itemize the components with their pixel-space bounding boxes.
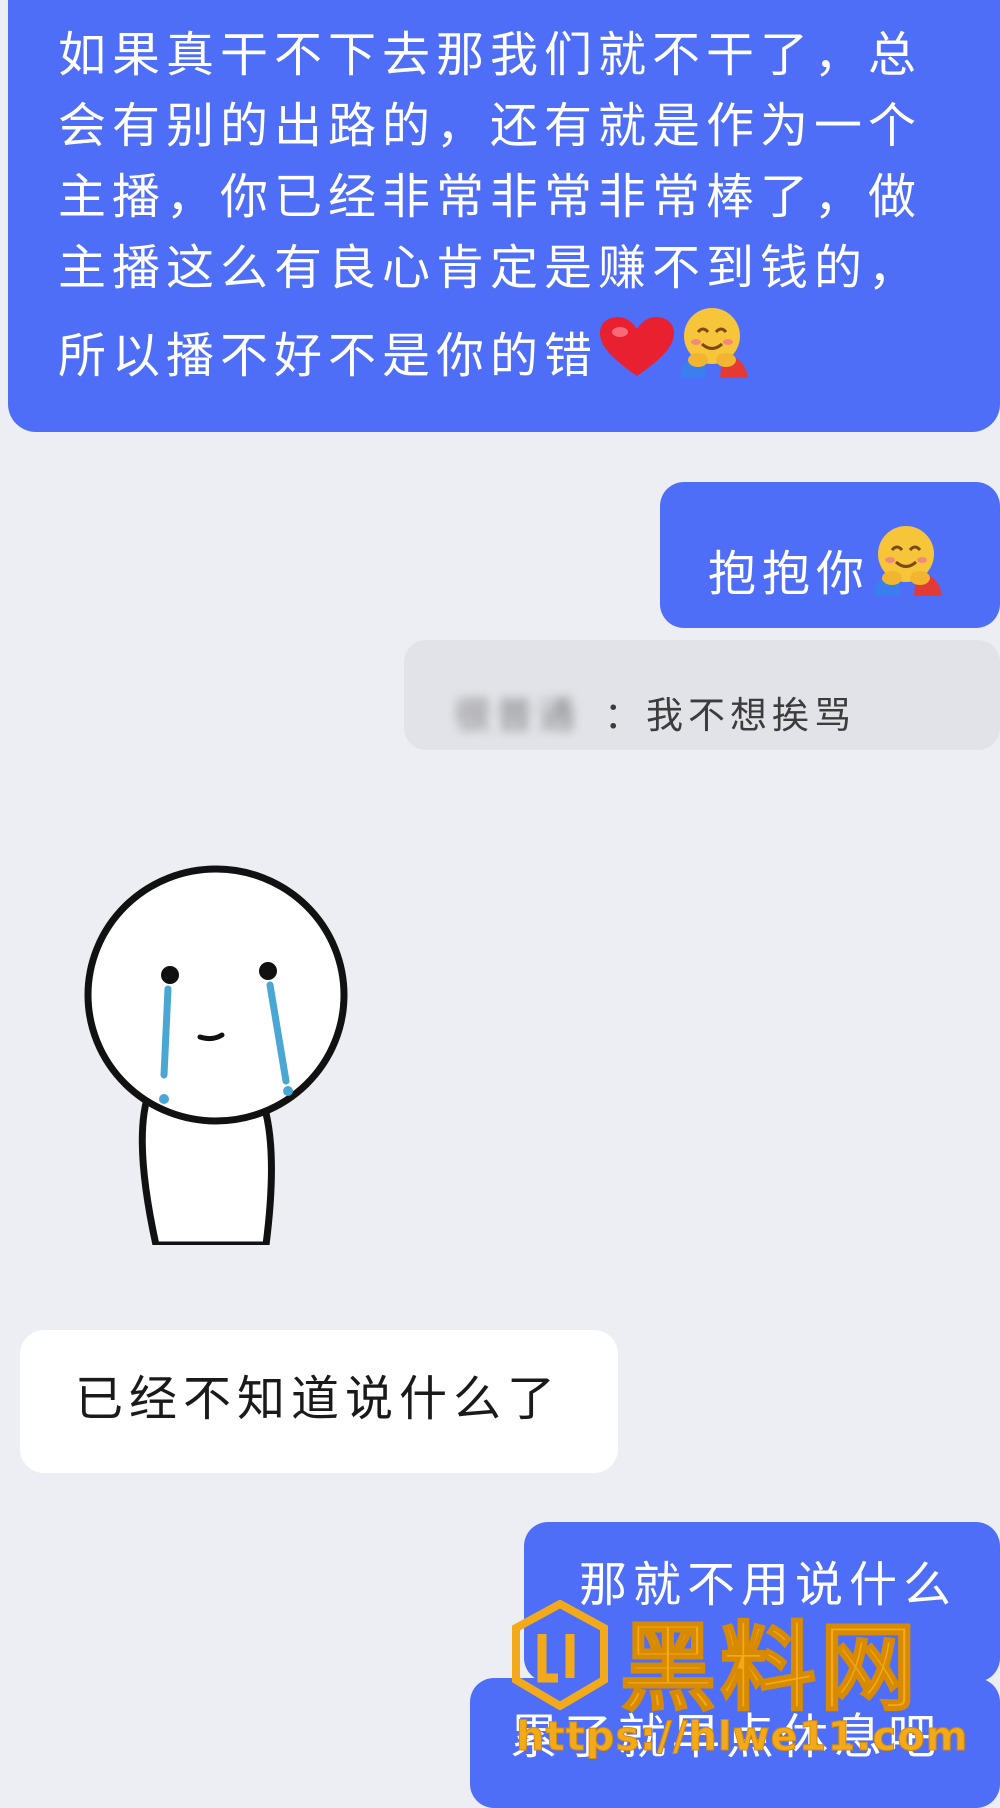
message-line: 主播这么有良心肯定是赚不到钱的， xyxy=(58,240,923,296)
message-line: 如果真干不下去那我们就不干了，总 xyxy=(58,27,923,83)
heart-emoji-icon xyxy=(598,316,676,400)
message-text: 已经不知道说什么了 xyxy=(75,1371,562,1427)
message-text: 那就不用说什么 xyxy=(579,1557,958,1613)
message-line-text: 所以播不好不是你的错 xyxy=(58,328,599,384)
hugging-face-emoji-icon xyxy=(870,522,946,602)
quoted-sender-name: 很普通 xyxy=(454,693,580,737)
outgoing-message-bubble[interactable]: 累了就早点休息吧 xyxy=(470,1678,1000,1808)
quote-separator: ： xyxy=(604,693,646,737)
message-text: 抱抱你 xyxy=(708,546,871,602)
outgoing-message-bubble[interactable]: 如果真干不下去那我们就不干了，总 会有别的出路的，还有就是作为一个 主播，你已经… xyxy=(8,0,1000,432)
quoted-message-chip[interactable]: 很普通 ： 我不想挨骂 xyxy=(404,640,1000,750)
outgoing-message-bubble[interactable]: 抱抱你 xyxy=(660,482,1000,628)
message-line: 主播，你已经非常非常非常棒了，做 xyxy=(58,169,923,225)
crying-stick-figure-sticker[interactable] xyxy=(80,845,380,1259)
outgoing-message-bubble[interactable]: 那就不用说什么 xyxy=(524,1522,1000,1682)
hugging-face-emoji-icon xyxy=(676,304,752,400)
quoted-text: 我不想挨骂 xyxy=(646,693,856,737)
message-line: 所以播不好不是你的错 xyxy=(58,304,960,400)
incoming-message-bubble[interactable]: 已经不知道说什么了 xyxy=(20,1330,618,1473)
message-line: 会有别的出路的，还有就是作为一个 xyxy=(58,98,923,154)
message-text: 累了就早点休息吧 xyxy=(510,1709,943,1765)
